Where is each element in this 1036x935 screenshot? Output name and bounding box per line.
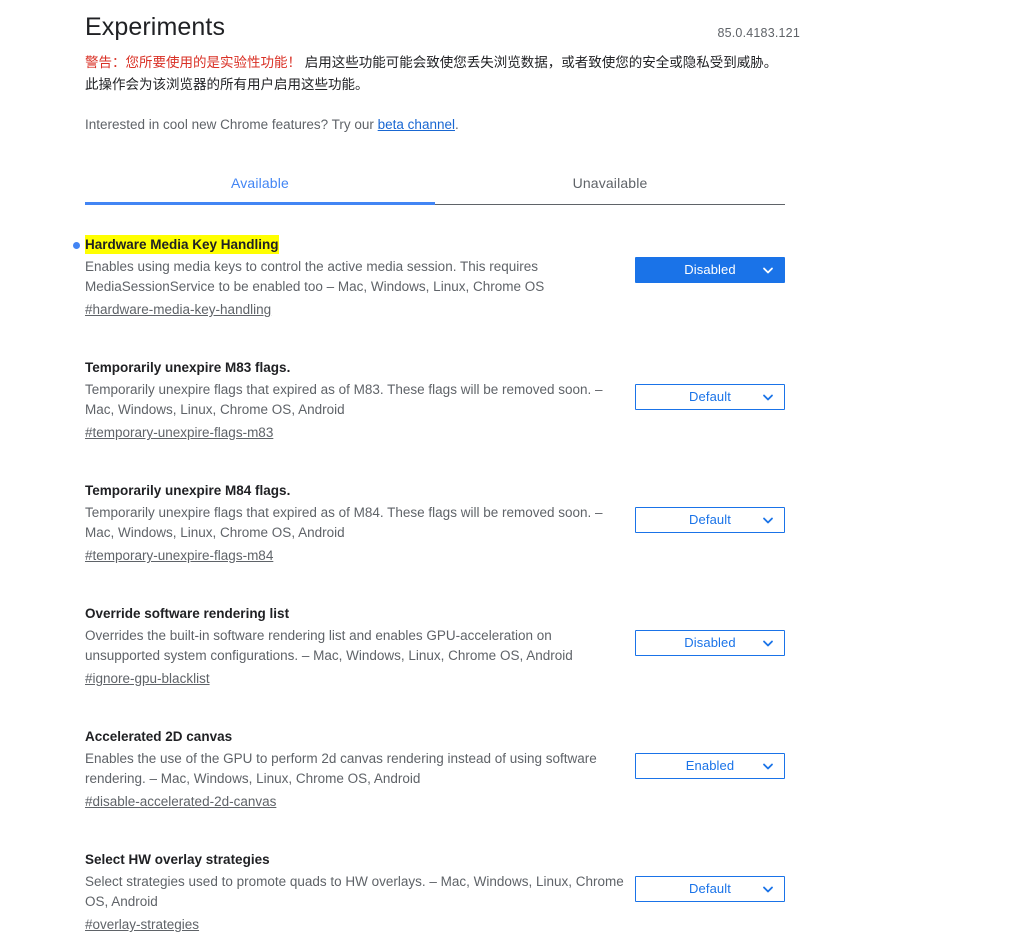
modified-dot-icon xyxy=(73,242,80,249)
experiment-row: Override software rendering list Override… xyxy=(85,604,785,689)
chevron-down-icon xyxy=(762,264,774,276)
experiment-state-select[interactable]: Default xyxy=(635,384,785,410)
experiment-info: Select HW overlay strategies Select strat… xyxy=(85,850,630,935)
beta-prefix-text: Interested in cool new Chrome features? … xyxy=(85,117,378,132)
chevron-down-icon xyxy=(762,883,774,895)
experiment-permalink[interactable]: #temporary-unexpire-flags-m83 xyxy=(85,423,273,443)
page-header: Experiments 85.0.4183.121 xyxy=(0,0,1036,42)
version-label: 85.0.4183.121 xyxy=(717,26,800,40)
experiment-description: Enables the use of the GPU to perform 2d… xyxy=(85,751,597,786)
tab-available[interactable]: Available xyxy=(85,163,435,204)
chevron-down-icon xyxy=(762,637,774,649)
experiment-row: Hardware Media Key Handling Enables using… xyxy=(73,235,785,320)
experiment-state-select[interactable]: Disabled xyxy=(635,630,785,656)
experiment-state-value: Disabled xyxy=(684,262,736,277)
experiment-description: Enables using media keys to control the … xyxy=(85,259,545,294)
experiment-control: Disabled xyxy=(630,604,785,656)
experiment-state-value: Default xyxy=(689,389,731,404)
experiment-state-value: Default xyxy=(689,512,731,527)
chevron-down-icon xyxy=(762,514,774,526)
experiment-state-select[interactable]: Disabled xyxy=(635,257,785,283)
experiment-state-value: Disabled xyxy=(684,635,736,650)
experiment-title: Temporarily unexpire M84 flags. xyxy=(85,483,291,498)
experiment-info: Hardware Media Key Handling Enables using… xyxy=(73,235,630,320)
chevron-down-icon xyxy=(762,391,774,403)
experiment-description: Temporarily unexpire flags that expired … xyxy=(85,505,603,540)
tab-unavailable[interactable]: Unavailable xyxy=(435,163,785,204)
experiment-control: Default xyxy=(630,850,785,902)
experiment-description: Overrides the built-in software renderin… xyxy=(85,628,573,663)
experiment-permalink[interactable]: #overlay-strategies xyxy=(85,915,199,935)
experiment-row: Select HW overlay strategies Select strat… xyxy=(85,850,785,935)
chevron-down-icon xyxy=(762,760,774,772)
experiment-state-value: Enabled xyxy=(685,758,735,773)
experiment-row: Temporarily unexpire M83 flags. Temporari… xyxy=(85,358,785,443)
experiment-permalink[interactable]: #hardware-media-key-handling xyxy=(85,300,271,320)
experiment-title: Select HW overlay strategies xyxy=(85,852,270,867)
experiment-info: Override software rendering list Override… xyxy=(85,604,630,689)
experiment-row: Accelerated 2D canvas Enables the use of … xyxy=(85,727,785,812)
active-tab-underline xyxy=(85,202,435,205)
beta-channel-line: Interested in cool new Chrome features? … xyxy=(0,115,1036,135)
experiment-info: Temporarily unexpire M84 flags. Temporari… xyxy=(85,481,630,566)
experiment-control: Default xyxy=(630,358,785,410)
experiment-info: Temporarily unexpire M83 flags. Temporari… xyxy=(85,358,630,443)
experiment-title: Temporarily unexpire M83 flags. xyxy=(85,360,291,375)
experiment-permalink[interactable]: #temporary-unexpire-flags-m84 xyxy=(85,546,273,566)
beta-channel-link[interactable]: beta channel xyxy=(378,117,455,132)
experiment-permalink[interactable]: #disable-accelerated-2d-canvas xyxy=(85,792,276,812)
page-title: Experiments xyxy=(85,13,226,41)
experiment-description: Select strategies used to promote quads … xyxy=(85,874,624,909)
experiment-state-select[interactable]: Default xyxy=(635,876,785,902)
experiment-control: Default xyxy=(630,481,785,533)
experiments-list: Hardware Media Key Handling Enables using… xyxy=(0,235,1036,935)
flags-page: Experiments 85.0.4183.121 警告：您所要使用的是实验性功… xyxy=(0,0,1036,935)
tabs-container: Available Unavailable xyxy=(0,163,1036,205)
experiment-state-value: Default xyxy=(689,881,731,896)
experiment-title: Accelerated 2D canvas xyxy=(85,729,233,744)
experiment-title: Override software rendering list xyxy=(85,606,290,621)
experiment-control: Enabled xyxy=(630,727,785,779)
warning-lead-text: 警告：您所要使用的是实验性功能！ xyxy=(85,55,301,70)
experiment-description: Temporarily unexpire flags that expired … xyxy=(85,382,603,417)
experiment-info: Accelerated 2D canvas Enables the use of … xyxy=(85,727,630,812)
experiment-state-select[interactable]: Enabled xyxy=(635,753,785,779)
experimental-warning: 警告：您所要使用的是实验性功能！ 启用这些功能可能会致使您丢失浏览数据，或者致使… xyxy=(0,52,1036,96)
experiment-permalink[interactable]: #ignore-gpu-blacklist xyxy=(85,669,210,689)
beta-suffix-text: . xyxy=(454,117,459,132)
experiment-row: Temporarily unexpire M84 flags. Temporari… xyxy=(85,481,785,566)
experiment-title: Hardware Media Key Handling xyxy=(85,235,279,254)
experiment-control: Disabled xyxy=(630,235,785,283)
experiment-state-select[interactable]: Default xyxy=(635,507,785,533)
tab-list: Available Unavailable xyxy=(85,163,785,205)
